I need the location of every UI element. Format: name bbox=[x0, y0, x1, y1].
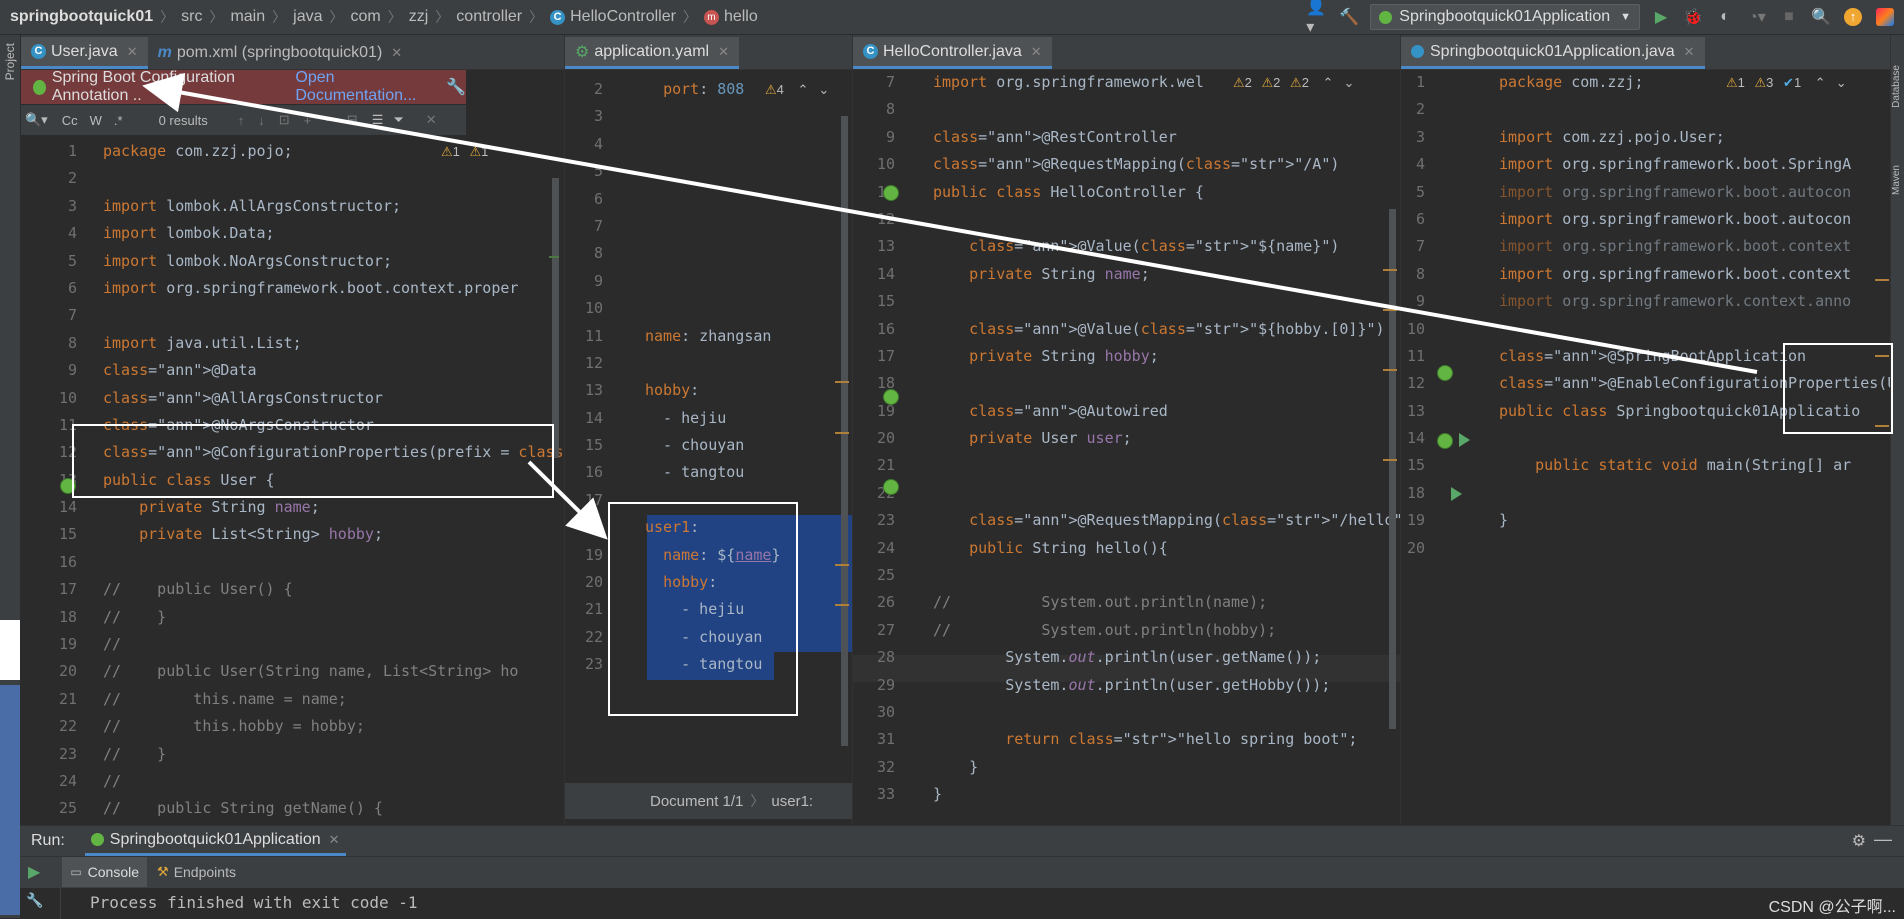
endpoints-icon: ⚒ bbox=[157, 864, 169, 879]
run-config-tab[interactable]: Springbootquick01Application ✕ bbox=[84, 826, 346, 856]
run-label: Run: bbox=[31, 832, 65, 849]
spring-icon bbox=[90, 833, 104, 846]
rerun-icon[interactable]: ▶ bbox=[28, 862, 40, 882]
annotation-arrows bbox=[142, 72, 1758, 540]
watermark: CSDN @公子啊... bbox=[1768, 899, 1896, 916]
console-icon: ▭ bbox=[70, 865, 82, 879]
run-header: Run: Springbootquick01Application ✕ ⚙ — bbox=[20, 826, 1904, 857]
arrow-config-to-notification bbox=[142, 72, 1758, 374]
wrench-icon[interactable]: 🔧 bbox=[26, 892, 43, 909]
console-divider bbox=[60, 888, 61, 919]
run-tool-window: Run: Springbootquick01Application ✕ ⚙ — … bbox=[20, 825, 1904, 919]
gear-icon[interactable]: ⚙ bbox=[1852, 831, 1866, 851]
minimize-icon[interactable]: — bbox=[1874, 829, 1892, 850]
close-icon[interactable]: ✕ bbox=[329, 832, 340, 848]
console-output[interactable]: 🔧 Process finished with exit code -1 CSD… bbox=[20, 888, 1904, 919]
console-text: Process finished with exit code -1 bbox=[90, 893, 418, 912]
run-config-tab-label: Springbootquick01Application bbox=[109, 830, 321, 848]
endpoints-tab-label: Endpoints bbox=[173, 864, 236, 880]
run-tabs: ▶ ▭ Console ⚒ Endpoints bbox=[20, 857, 1904, 887]
console-tab-label: Console bbox=[87, 864, 140, 880]
arrow-user-to-yaml bbox=[527, 460, 608, 540]
endpoints-tab[interactable]: ⚒ Endpoints bbox=[157, 864, 236, 880]
console-tab[interactable]: ▭ Console bbox=[62, 857, 148, 887]
